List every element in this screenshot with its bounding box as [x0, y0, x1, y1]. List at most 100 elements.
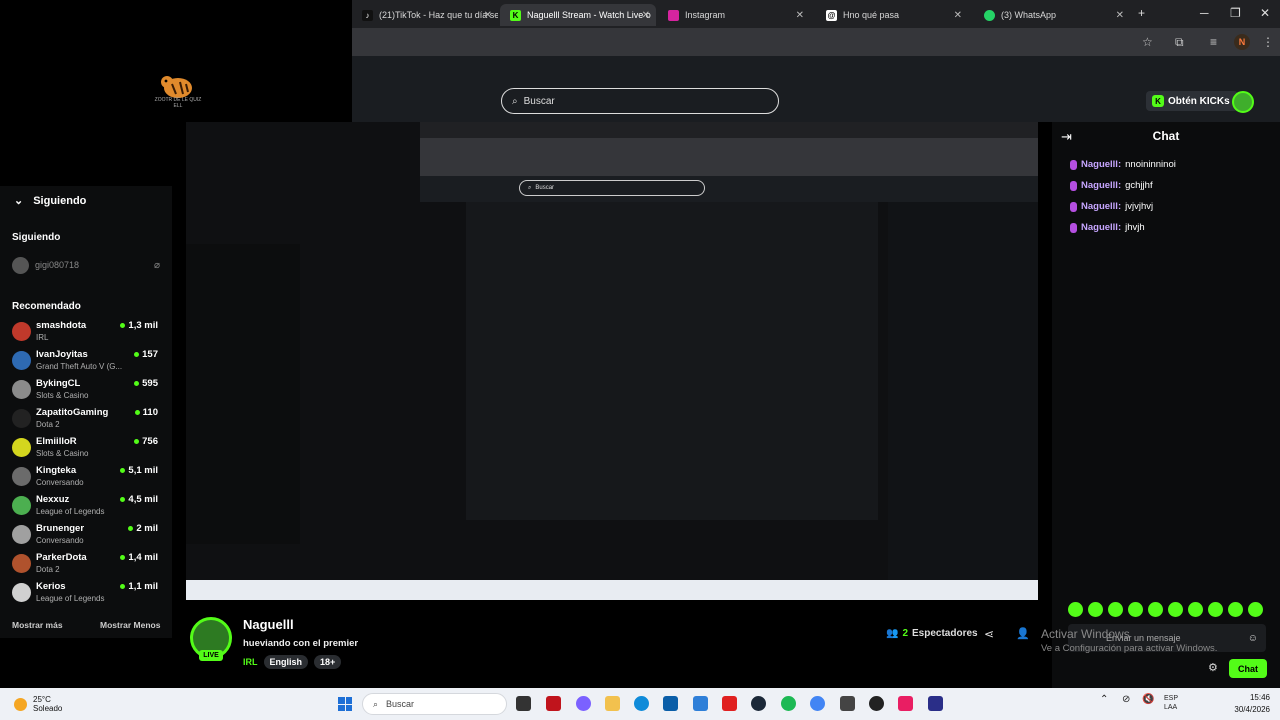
emote-icon[interactable] — [1208, 602, 1223, 617]
minimize-icon[interactable]: ─ — [1200, 6, 1209, 20]
chat-username[interactable]: Naguelll: — [1081, 180, 1121, 191]
emote-icon[interactable] — [1228, 602, 1243, 617]
sidebar-channel-bykingcl[interactable]: BykingCL Slots & Casino 595 — [12, 376, 162, 402]
close-icon[interactable]: ✕ — [796, 10, 804, 21]
live-dot-icon — [120, 555, 126, 560]
emote-icon[interactable] — [1168, 602, 1183, 617]
threads-icon: @ — [826, 9, 837, 21]
chat-username[interactable]: Naguelll: — [1081, 222, 1121, 233]
get-kicks-button[interactable]: K Obtén KICKs — [1146, 91, 1238, 111]
chevron-up-icon[interactable]: ⌃ — [1100, 694, 1108, 705]
spotify-icon[interactable] — [781, 696, 796, 711]
volume-icon[interactable]: 🔇 — [1142, 694, 1154, 705]
emote-icon[interactable] — [1108, 602, 1123, 617]
channel-category: Conversando — [36, 478, 84, 487]
app-icon[interactable] — [869, 696, 884, 711]
app-icon[interactable] — [840, 696, 855, 711]
emote-icon[interactable] — [1188, 602, 1203, 617]
tab-whatsapp[interactable]: (3) WhatsApp ✕ — [974, 4, 1130, 26]
profile-avatar[interactable]: N — [1234, 34, 1250, 50]
chrome-icon[interactable] — [810, 696, 825, 711]
following-item[interactable]: gigi080718 ⌀ — [12, 256, 160, 274]
viewer-number: 595 — [142, 378, 158, 389]
new-tab-button[interactable]: + — [1138, 6, 1145, 20]
chat-username[interactable]: Naguelll: — [1081, 159, 1121, 170]
viewer-number: 157 — [142, 349, 158, 360]
sidebar-channel-smashdota[interactable]: smashdota IRL 1,3 mil — [12, 318, 162, 344]
channel-category: League of Legends — [36, 594, 105, 603]
close-icon[interactable]: ✕ — [484, 10, 492, 21]
user-avatar[interactable] — [1232, 91, 1254, 113]
windows-start-icon[interactable] — [338, 697, 352, 711]
search-input[interactable]: ⌕ Buscar — [501, 88, 779, 114]
chat-send-button[interactable]: Chat — [1229, 659, 1267, 678]
chat-username[interactable]: Naguelll: — [1081, 201, 1121, 212]
age-tag[interactable]: 18+ — [314, 655, 342, 669]
live-dot-icon — [120, 468, 126, 473]
category-link[interactable]: IRL — [243, 657, 258, 667]
gear-icon[interactable]: ⚙ — [1208, 661, 1218, 674]
sidebar-collapse[interactable]: ⌄ Siguiendo — [14, 194, 86, 208]
taskbar-search-input[interactable]: ⌕ Buscar — [362, 693, 507, 715]
file-explorer-icon[interactable] — [605, 696, 620, 711]
task-view-icon[interactable] — [516, 696, 531, 711]
streamer-name[interactable]: Naguelll — [243, 617, 294, 632]
stream-tags: IRL English 18+ — [243, 655, 342, 669]
show-more-link[interactable]: Mostrar más — [12, 620, 63, 630]
emote-icon[interactable] — [1148, 602, 1163, 617]
emote-icon[interactable] — [1088, 602, 1103, 617]
sidebar-channel-brunenger[interactable]: Brunenger Conversando 2 mil — [12, 521, 162, 547]
recommended-section-title: Recomendado — [12, 301, 81, 312]
emote-icon[interactable] — [1068, 602, 1083, 617]
close-icon[interactable]: ✕ — [642, 10, 650, 21]
sidebar-channel-kingteka[interactable]: Kingteka Conversando 5,1 mil — [12, 463, 162, 489]
tab-label: (3) WhatsApp — [1001, 10, 1057, 20]
input-language[interactable]: ESP LAA — [1164, 694, 1178, 712]
share-icon[interactable]: ⋖ — [984, 627, 994, 641]
sidebar-channel-zapatitogaming[interactable]: ZapatitoGaming Dota 2 110 — [12, 405, 162, 431]
network-icon[interactable]: ⊘ — [1122, 694, 1130, 705]
edge-icon[interactable] — [634, 696, 649, 711]
media-icon[interactable]: ≡ — [1210, 35, 1217, 49]
tab-tiktok[interactable]: ♪ (21)TikTok - Haz que tu día sea ✕ — [352, 4, 498, 26]
app-icon[interactable] — [693, 696, 708, 711]
sidebar-channel-ivanjoyitas[interactable]: IvanJoyitas Grand Theft Auto V (G... 157 — [12, 347, 162, 373]
instagram-icon — [668, 9, 679, 21]
emoji-icon[interactable]: ☺ — [1248, 633, 1258, 644]
premiere-icon[interactable] — [928, 696, 943, 711]
sidebar-channel-nexxuz[interactable]: Nexxuz League of Legends 4,5 mil — [12, 492, 162, 518]
netflix-icon[interactable] — [546, 696, 561, 711]
tab-threads[interactable]: @ Hno qué pasa ✕ — [816, 4, 968, 26]
chat-panel: ⇥ Chat Naguelll: nnoininninoi Naguelll: gch… — [1052, 122, 1280, 688]
sidebar: ⌄ Siguiendo Siguiendo gigi080718 ⌀ Recom… — [0, 186, 172, 638]
emote-icon[interactable] — [1128, 602, 1143, 617]
store-icon[interactable] — [663, 696, 678, 711]
window-close-icon[interactable]: ✕ — [1260, 6, 1270, 20]
chat-text: jvjvjhvj — [1125, 201, 1154, 212]
star-icon[interactable]: ☆ — [1142, 35, 1153, 49]
channel-category: Dota 2 — [36, 420, 60, 429]
viewer-count: 1,3 mil — [120, 320, 158, 331]
avatar — [12, 351, 31, 370]
menu-icon[interactable]: ⋮ — [1262, 35, 1274, 49]
weather-widget[interactable]: 25°C Soleado — [14, 695, 62, 713]
steam-icon[interactable] — [751, 696, 766, 711]
close-icon[interactable]: ✕ — [954, 10, 962, 21]
sidebar-channel-elmiillor[interactable]: ElmiilloR Slots & Casino 756 — [12, 434, 162, 460]
extensions-icon[interactable]: ⧉ — [1175, 35, 1184, 50]
instagram-icon[interactable] — [898, 696, 913, 711]
tab-kick[interactable]: K Naguelll Stream - Watch Live o ✕ — [500, 4, 656, 26]
sidebar-channel-parkerdota[interactable]: ParkerDota Dota 2 1,4 mil — [12, 550, 162, 576]
sidebar-channel-kerios[interactable]: Kerios League of Legends 1,1 mil — [12, 579, 162, 605]
language-tag[interactable]: English — [263, 655, 309, 669]
maximize-icon[interactable]: ❐ — [1230, 6, 1241, 20]
tab-instagram[interactable]: Instagram ✕ — [658, 4, 810, 26]
copilot-icon[interactable] — [576, 696, 591, 711]
youtube-icon[interactable] — [722, 696, 737, 711]
follow-icon[interactable]: 👤 — [1016, 627, 1030, 640]
emote-icon[interactable] — [1248, 602, 1263, 617]
live-dot-icon — [134, 410, 140, 415]
clock[interactable]: 15:46 30/4/2026 — [1222, 692, 1270, 716]
close-icon[interactable]: ✕ — [1116, 10, 1124, 21]
show-less-link[interactable]: Mostrar Menos — [100, 620, 160, 630]
